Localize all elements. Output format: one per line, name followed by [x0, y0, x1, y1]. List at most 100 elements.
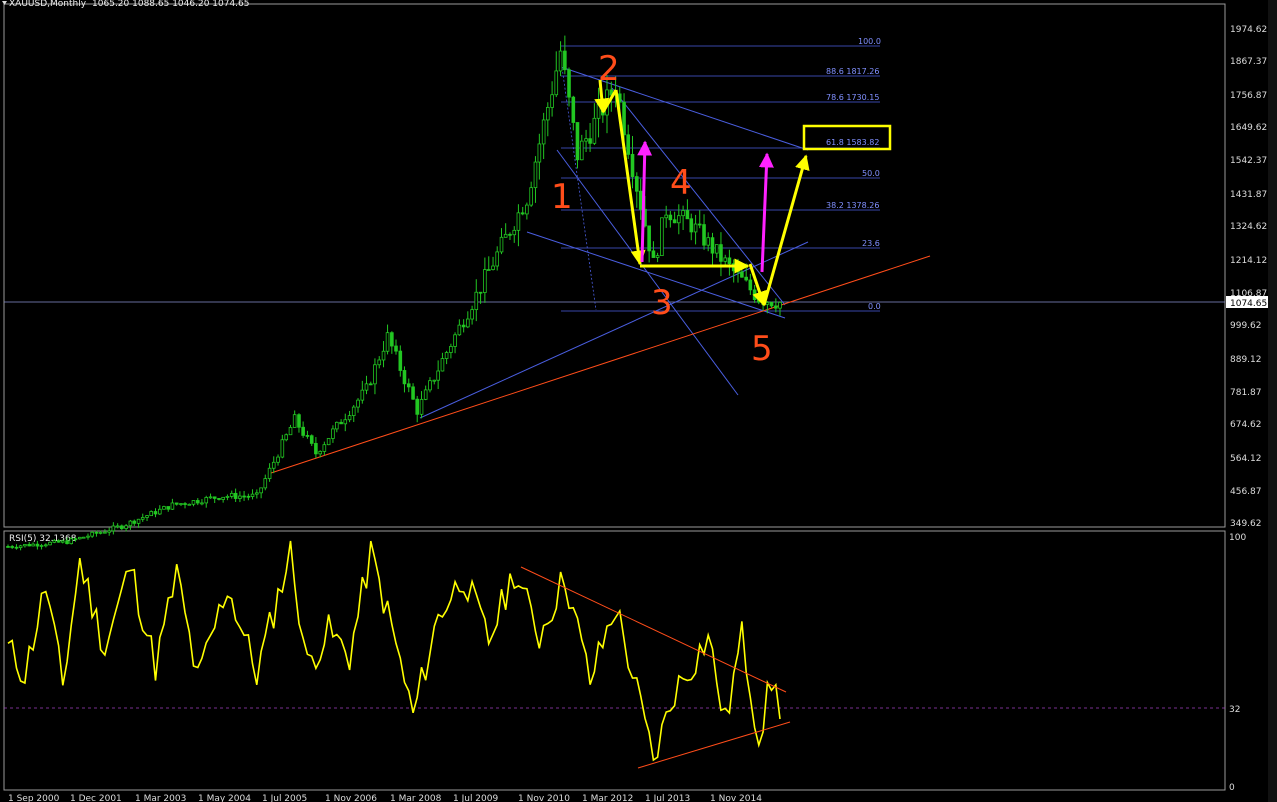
candle-body-0 — [6, 546, 10, 548]
rsi-tick-100: 100 — [1229, 533, 1246, 543]
right-scrollbar[interactable] — [1268, 0, 1277, 802]
candle-body-21 — [94, 531, 99, 534]
blue-channel-lines[interactable] — [419, 66, 809, 419]
x-tick-6: 1 Mar 2008 — [390, 794, 442, 802]
candle-body-85 — [364, 383, 369, 391]
candle-body-94 — [402, 370, 407, 385]
candle-body-48 — [208, 496, 213, 499]
candle-body-12 — [56, 540, 61, 543]
candle-body-107 — [457, 324, 462, 336]
fan-line-mid — [611, 87, 786, 306]
candle-body-51 — [221, 496, 225, 500]
candle-body-8 — [39, 545, 44, 547]
candle-body-158 — [672, 219, 677, 224]
candle-body-17 — [78, 536, 82, 540]
candle-body-87 — [373, 364, 377, 385]
candle-body-181 — [769, 302, 774, 307]
candle-body-95 — [406, 383, 411, 388]
x-tick-11: 1 Nov 2014 — [710, 794, 762, 802]
price-tick-9: 999.62 — [1230, 321, 1262, 331]
candle-body-26 — [115, 525, 120, 528]
candle-body-46 — [200, 502, 204, 505]
candle-body-167 — [710, 237, 715, 254]
magenta-arrow-right — [758, 152, 774, 273]
candle-body-137 — [584, 138, 588, 142]
candle-body-70 — [301, 426, 305, 436]
candle-body-104 — [444, 352, 449, 359]
candle-body-49 — [212, 496, 217, 499]
candle-body-28 — [124, 525, 128, 529]
rsi-resistance-line[interactable] — [520, 566, 787, 693]
candle-body-9 — [44, 544, 48, 547]
candle-body-102 — [436, 370, 440, 381]
wave-label-2: 2 — [598, 49, 620, 89]
candle-body-100 — [428, 380, 432, 391]
price-tick-0: 1974.62 — [1230, 25, 1267, 35]
candle-body-134 — [571, 96, 576, 123]
candle-body-126 — [537, 143, 542, 163]
candle-body-114 — [486, 269, 491, 271]
candle-body-121 — [516, 212, 521, 231]
candle-body-25 — [111, 525, 116, 532]
candle-body-159 — [677, 215, 681, 224]
candle-body-66 — [284, 434, 289, 441]
candle-body-174 — [740, 271, 744, 278]
candle-body-97 — [415, 398, 420, 415]
fib-label-5: 38.2 1378.26 — [826, 201, 879, 210]
chart-canvas[interactable]: XAUUSD,Monthly 1065.20 1088.65 1046.20 10… — [0, 0, 1277, 802]
candle-body-83 — [356, 399, 360, 408]
candle-body-40 — [174, 502, 179, 505]
long-term-trendline[interactable] — [267, 255, 931, 475]
candle-body-131 — [558, 50, 563, 72]
price-tick-1: 1867.37 — [1230, 57, 1267, 67]
candle-body-161 — [685, 210, 690, 220]
candle-body-89 — [381, 350, 386, 361]
x-tick-4: 1 Jul 2005 — [262, 794, 307, 802]
candle-body-154 — [655, 255, 660, 258]
candle-body-180 — [765, 302, 770, 305]
candle-body-157 — [668, 214, 673, 221]
candle-body-35 — [153, 511, 158, 515]
fib-label-1: 88.6 1817.26 — [826, 67, 879, 76]
candle-body-112 — [478, 291, 483, 294]
candle-body-24 — [107, 530, 111, 533]
support-fan-line — [419, 241, 809, 419]
wave-label-3: 3 — [651, 283, 673, 323]
candle-body-79 — [339, 421, 343, 425]
candle-body-136 — [579, 140, 584, 161]
candle-body-153 — [651, 250, 656, 258]
fib-label-7: 0.0 — [868, 302, 881, 311]
candle-body-76 — [326, 438, 331, 446]
price-tick-11: 781.87 — [1230, 388, 1262, 398]
candle-body-33 — [145, 515, 149, 518]
candle-body-47 — [204, 497, 209, 504]
x-tick-9: 1 Mar 2012 — [582, 794, 633, 802]
candle-body-133 — [567, 69, 571, 98]
candle-body-88 — [377, 359, 382, 366]
price-tick-13: 564.12 — [1230, 454, 1262, 464]
candle-body-41 — [179, 503, 183, 505]
candle-body-71 — [305, 435, 310, 437]
candle-body-169 — [719, 244, 723, 262]
candle-body-132 — [563, 50, 567, 71]
fib-label-2: 78.6 1730.15 — [826, 93, 879, 102]
price-tick-14: 456.87 — [1230, 487, 1262, 497]
candle-body-50 — [217, 498, 221, 500]
candle-body-6 — [31, 543, 35, 547]
magenta-arrow-left — [637, 140, 653, 263]
fan-line-steep — [556, 149, 739, 396]
candle-body-7 — [35, 543, 40, 547]
candle-body-177 — [752, 289, 757, 300]
candle-body-45 — [195, 500, 200, 504]
candle-body-64 — [276, 456, 280, 463]
candle-body-11 — [52, 540, 57, 543]
candle-body-101 — [432, 379, 437, 382]
candle-body-118 — [503, 233, 508, 238]
candle-body-18 — [81, 536, 86, 539]
candle-body-156 — [664, 214, 668, 219]
candle-body-3 — [18, 545, 23, 549]
candle-body-16 — [73, 538, 78, 541]
candle-body-96 — [411, 386, 415, 400]
price-tick-3: 1649.62 — [1230, 123, 1267, 133]
candle-body-59 — [255, 492, 259, 495]
